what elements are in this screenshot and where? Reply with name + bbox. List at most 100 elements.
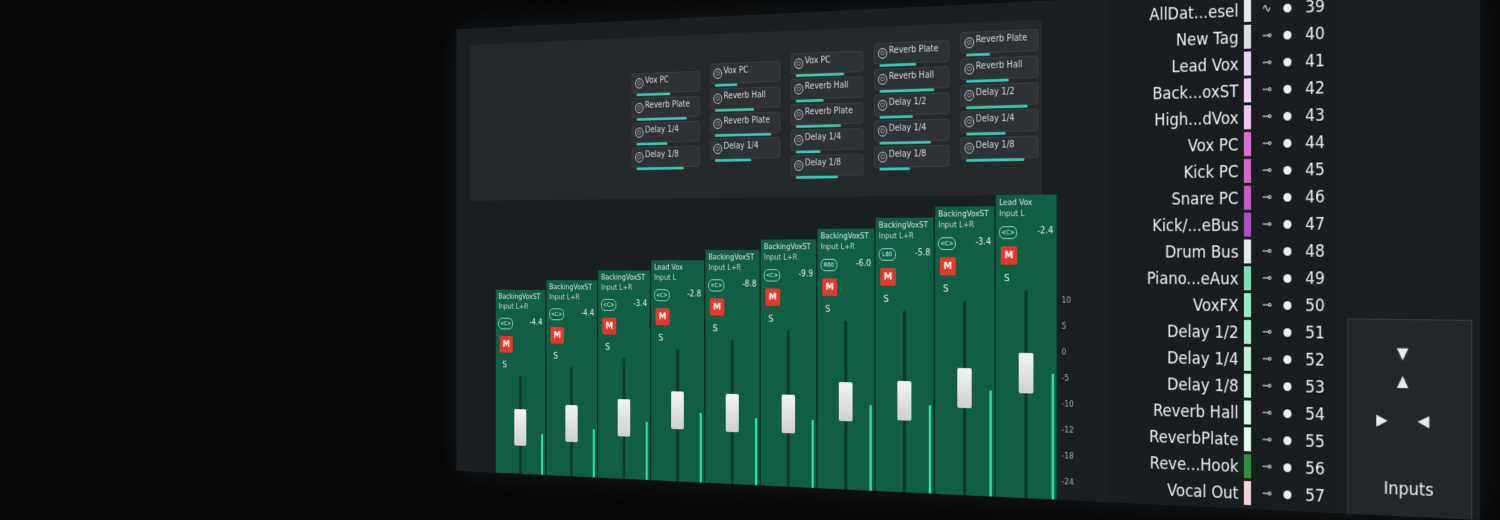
power-icon[interactable]: ⏻ [635,78,643,88]
record-enable-icon[interactable] [1283,193,1291,202]
power-icon[interactable]: ⏻ [878,48,887,59]
input-select[interactable]: Input L [999,210,1024,219]
send-slot[interactable]: ⏻ Vox PC [710,61,780,84]
mute-button[interactable]: M [500,336,513,353]
power-icon[interactable]: ⏻ [713,144,722,155]
record-enable-icon[interactable] [1283,58,1291,67]
send-slot[interactable]: ⏻ Delay 1/8 [960,136,1038,159]
send-level-bar[interactable] [879,115,912,119]
send-slot[interactable]: ⏻ Reverb Plate [874,40,949,65]
power-icon[interactable]: ⏻ [713,119,722,130]
send-slot[interactable]: ⏻ Reverb Plate [710,112,780,135]
power-icon[interactable]: ⏻ [964,63,974,74]
record-enable-icon[interactable] [1283,328,1291,337]
record-enable-icon[interactable] [1283,382,1291,391]
send-slot[interactable]: ⏻ Reverb Plate [791,102,864,125]
mute-button[interactable]: M [602,317,616,334]
send-level-bar[interactable] [636,167,683,170]
record-enable-icon[interactable] [1283,436,1291,445]
send-slot[interactable]: ⏻ Delay 1/8 [874,145,949,168]
power-icon[interactable]: ⏻ [713,93,722,104]
power-icon[interactable]: ⏻ [794,160,803,171]
power-icon[interactable]: ⏻ [635,103,643,113]
power-icon[interactable]: ⏻ [878,152,887,163]
input-select[interactable]: Input L+R [498,303,528,312]
solo-button[interactable]: S [605,341,610,352]
send-level-bar[interactable] [796,176,838,179]
pan-knob[interactable]: L60 [879,248,896,261]
solo-button[interactable]: S [553,350,558,361]
chevron-up-icon[interactable]: ▲ [1397,371,1409,390]
send-slot[interactable]: ⏻ Delay 1/4 [960,109,1038,133]
mute-button[interactable]: M [710,298,724,315]
send-slot[interactable]: ⏻ Reverb Plate [632,96,700,119]
solo-button[interactable]: S [883,293,888,305]
solo-button[interactable]: S [658,332,663,343]
pan-knob[interactable]: <C> [601,299,616,311]
record-enable-icon[interactable] [1283,220,1291,229]
record-enable-icon[interactable] [1283,85,1291,94]
record-enable-icon[interactable] [1283,463,1291,472]
fader-handle[interactable] [618,399,631,437]
fader-handle[interactable] [726,394,739,433]
mute-button[interactable]: M [940,257,956,275]
record-enable-icon[interactable] [1283,247,1291,256]
power-icon[interactable]: ⏻ [964,116,974,127]
send-slot[interactable]: ⏻ Delay 1/2 [874,92,949,116]
record-enable-icon[interactable] [1283,4,1291,13]
chevron-left-icon[interactable]: ◀ [1418,411,1430,430]
send-slot[interactable]: ⏻ Delay 1/8 [791,154,864,176]
send-slot[interactable]: ⏻ Delay 1/4 [874,119,949,142]
input-select[interactable]: Input L+R [879,232,914,241]
record-enable-icon[interactable] [1283,301,1291,310]
send-slot[interactable]: ⏻ Delay 1/2 [960,82,1038,106]
fader-handle[interactable] [782,394,795,433]
mute-button[interactable]: M [655,308,669,325]
fader-track[interactable] [1024,290,1027,498]
send-level-bar[interactable] [796,150,821,153]
send-level-bar[interactable] [715,159,751,162]
send-level-bar[interactable] [966,158,1024,162]
power-icon[interactable]: ⏻ [878,100,887,111]
fader-handle[interactable] [897,381,911,421]
power-icon[interactable]: ⏻ [635,152,643,162]
chevron-right-icon[interactable]: ▶ [1376,410,1388,429]
power-icon[interactable]: ⏻ [794,135,803,146]
send-level-bar[interactable] [966,53,990,57]
send-slot[interactable]: ⏻ Delay 1/4 [632,121,700,143]
send-level-bar[interactable] [715,133,771,137]
send-slot[interactable]: ⏻ Reverb Hall [710,86,780,109]
send-slot[interactable]: ⏻ Reverb Hall [874,66,949,90]
record-enable-icon[interactable] [1283,139,1291,148]
input-select[interactable]: Input L+R [938,221,974,230]
pan-knob[interactable]: <C> [999,226,1017,239]
send-slot[interactable]: ⏻ Delay 1/4 [710,137,780,159]
send-level-bar[interactable] [796,124,841,128]
send-level-bar[interactable] [966,79,1009,83]
record-enable-icon[interactable] [1283,112,1291,121]
record-enable-icon[interactable] [1283,31,1291,40]
send-slot[interactable]: ⏻ Reverb Hall [960,56,1038,81]
pan-knob[interactable]: R60 [821,259,838,271]
fader-handle[interactable] [1019,353,1034,394]
send-slot[interactable]: ⏻ Delay 1/4 [791,128,864,151]
power-icon[interactable]: ⏻ [794,58,803,69]
solo-button[interactable]: S [502,359,507,370]
mute-button[interactable]: M [880,268,896,286]
power-icon[interactable]: ⏻ [794,84,803,95]
input-select[interactable]: Input L+R [549,293,580,302]
track-row[interactable]: Kick/...eBus ⊸ 47 [1108,209,1338,240]
fader-handle[interactable] [957,368,971,408]
power-icon[interactable]: ⏻ [713,68,722,79]
mute-button[interactable]: M [550,327,564,344]
send-slot[interactable]: ⏻ Vox PC [791,51,864,75]
mute-button[interactable]: M [1001,246,1017,264]
power-icon[interactable]: ⏻ [878,74,887,85]
input-select[interactable]: Input L+R [764,253,797,262]
pan-knob[interactable]: <C> [938,237,955,250]
solo-button[interactable]: S [943,283,949,295]
send-slot[interactable]: ⏻ Delay 1/8 [632,146,700,168]
fader-handle[interactable] [839,382,853,421]
solo-button[interactable]: S [1004,272,1010,284]
send-level-bar[interactable] [636,142,667,145]
